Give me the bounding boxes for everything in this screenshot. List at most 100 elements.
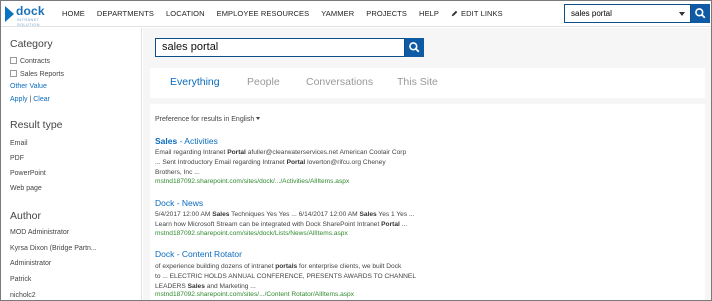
author-item[interactable]: Patrick: [10, 276, 31, 283]
nav-employee-resources[interactable]: EMPLOYEE RESOURCES: [217, 9, 310, 18]
summary-line: Brothers, Inc ...: [155, 168, 425, 178]
summary-line: ... Sent Introductory Email regarding In…: [155, 158, 425, 168]
checkbox[interactable]: [10, 70, 17, 77]
language-preference-label: Preference for results in English: [155, 116, 255, 123]
tab-this-site[interactable]: This Site: [397, 76, 438, 88]
pencil-icon: [451, 10, 458, 17]
summary-line: 5/4/2017 12:00 AM Sales Techniques Yes Y…: [155, 210, 425, 220]
edit-links-button[interactable]: EDIT LINKS: [451, 9, 515, 18]
clear-link[interactable]: Clear: [33, 96, 50, 103]
text-run: afuller@clearwaterservices.net American …: [245, 149, 407, 156]
text-run: Yes 1 Yes ...: [376, 211, 415, 218]
text-run: loverton@rifcu.org Cheney: [305, 159, 386, 166]
result-url[interactable]: mstnd187092.sharepoint.com/sites/dock/..…: [155, 178, 349, 185]
result-summary: 5/4/2017 12:00 AM Sales Techniques Yes Y…: [155, 210, 425, 230]
author-item[interactable]: MOD Administrator: [10, 229, 69, 236]
summary-line: Learn how Microsoft Stream can be integr…: [155, 220, 425, 230]
refiner-heading-author: Author: [10, 210, 41, 222]
hit-highlight: Sales: [187, 283, 205, 290]
other-value-link[interactable]: Other Value: [10, 83, 47, 90]
dock-logo-icon: [5, 6, 14, 22]
search-icon: [409, 42, 420, 53]
result-type-email[interactable]: Email: [10, 140, 28, 147]
text-run: Learn how Microsoft Stream can be integr…: [155, 221, 382, 228]
nav-projects[interactable]: PROJECTS: [366, 9, 407, 18]
global-nav: HOME DEPARTMENTS LOCATION EMPLOYEE RESOU…: [62, 9, 527, 18]
nav-home[interactable]: HOME: [62, 9, 85, 18]
tab-everything[interactable]: Everything: [170, 76, 220, 88]
hit-highlight: Portal: [227, 149, 246, 156]
top-navigation-bar: dock INTRANET SOLUTION HOME DEPARTMENTS …: [1, 1, 711, 27]
hit-highlight: Portal: [286, 159, 306, 166]
text-run: to ... ELECTRIC HOLDS ANNUAL CONFERENCE,…: [155, 273, 416, 280]
refiner-heading-category: Category: [10, 38, 53, 50]
author-item[interactable]: Administrator: [10, 260, 51, 267]
result-url[interactable]: mstnd187092.sharepoint.com/sites/.../Con…: [155, 291, 354, 298]
text-run: for enterprise clients, we built Dock: [297, 263, 402, 270]
author-item[interactable]: Kyrsa Dixon (Bridge Partn...: [10, 245, 97, 252]
dock-logo[interactable]: dock INTRANET SOLUTION: [5, 4, 51, 27]
top-search-button[interactable]: [691, 4, 710, 23]
result-type-powerpoint[interactable]: PowerPoint: [10, 170, 46, 177]
chevron-down-icon: [256, 117, 261, 120]
refinement-panel: Category Contracts Sales Reports Other V…: [1, 28, 142, 300]
hit-highlight: Sales: [359, 211, 377, 218]
result-title[interactable]: Dock - News: [155, 198, 203, 208]
nav-location[interactable]: LOCATION: [166, 9, 205, 18]
text-run: 5/4/2017 12:00 AM: [155, 211, 213, 218]
refiner-option-sales-reports[interactable]: Sales Reports: [10, 70, 64, 78]
top-search-input[interactable]: sales portal: [564, 4, 691, 23]
separator: |: [29, 96, 32, 103]
hit-highlight: portals: [275, 263, 298, 270]
text-run: of experience building dozens of intrane…: [155, 263, 276, 270]
result-summary: of experience building dozens of intrane…: [155, 262, 425, 292]
text-run: Techniques Yes Yes ... 6/14/2017 12:00 A…: [229, 211, 360, 218]
text-run: and Marketing ...: [204, 283, 256, 290]
result-summary: Email regarding Intranet Portal afuller@…: [155, 148, 425, 178]
results-list: Preference for results in English Sales …: [150, 104, 705, 300]
text-run: Dock - News: [155, 198, 204, 208]
text-run: ...: [399, 221, 408, 228]
refiner-option-contracts[interactable]: Contracts: [10, 57, 50, 65]
nav-help[interactable]: HELP: [419, 9, 439, 18]
tab-conversations[interactable]: Conversations: [306, 76, 373, 88]
results-area: sales portal Everything People Conversat…: [143, 28, 711, 300]
result-type-pdf[interactable]: PDF: [10, 155, 24, 162]
hit-highlight: Sales: [155, 136, 178, 146]
text-run: LEADERS: [155, 283, 188, 290]
main-search-input[interactable]: sales portal: [155, 38, 405, 57]
language-preference[interactable]: Preference for results in English: [155, 116, 261, 123]
refiner-actions: Apply | Clear: [10, 96, 50, 103]
chevron-down-icon[interactable]: [679, 12, 685, 16]
apply-link[interactable]: Apply: [10, 96, 28, 103]
logo-subtext: INTRANET SOLUTION: [17, 17, 40, 27]
nav-departments[interactable]: DEPARTMENTS: [97, 9, 154, 18]
top-search-value: sales portal: [571, 9, 612, 18]
tab-people[interactable]: People: [247, 76, 280, 88]
main-search-button[interactable]: [405, 38, 424, 57]
refiner-option-label: Sales Reports: [20, 71, 64, 78]
result-title[interactable]: Dock - Content Rotator: [155, 249, 242, 259]
result-url[interactable]: mstnd187092.sharepoint.com/sites/dock/Li…: [155, 230, 348, 237]
text-run: Dock - Content Rotator: [155, 249, 242, 259]
checkbox[interactable]: [10, 57, 17, 64]
text-run: ... Sent Introductory Email regarding In…: [155, 159, 287, 166]
result-type-webpage[interactable]: Web page: [10, 185, 42, 192]
result-title[interactable]: Sales - Activities: [155, 136, 218, 146]
summary-line: to ... ELECTRIC HOLDS ANNUAL CONFERENCE,…: [155, 272, 425, 282]
refiner-option-label: Contracts: [20, 58, 50, 65]
hit-highlight: Sales: [212, 211, 230, 218]
search-verticals: Everything People Conversations This Sit…: [150, 68, 705, 98]
author-item[interactable]: nicholc2: [10, 292, 36, 299]
text-run: Brothers, Inc ...: [155, 169, 200, 176]
text-run: Email regarding Intranet: [155, 149, 228, 156]
hit-highlight: Portal: [381, 221, 400, 228]
nav-yammer[interactable]: YAMMER: [321, 9, 354, 18]
summary-line: of experience building dozens of intrane…: [155, 262, 425, 272]
refiner-heading-result-type: Result type: [10, 119, 63, 131]
search-icon: [695, 8, 706, 19]
text-run: - Activities: [177, 136, 218, 146]
summary-line: Email regarding Intranet Portal afuller@…: [155, 148, 425, 158]
edit-links-label: EDIT LINKS: [461, 9, 503, 18]
logo-text: dock: [16, 4, 45, 18]
